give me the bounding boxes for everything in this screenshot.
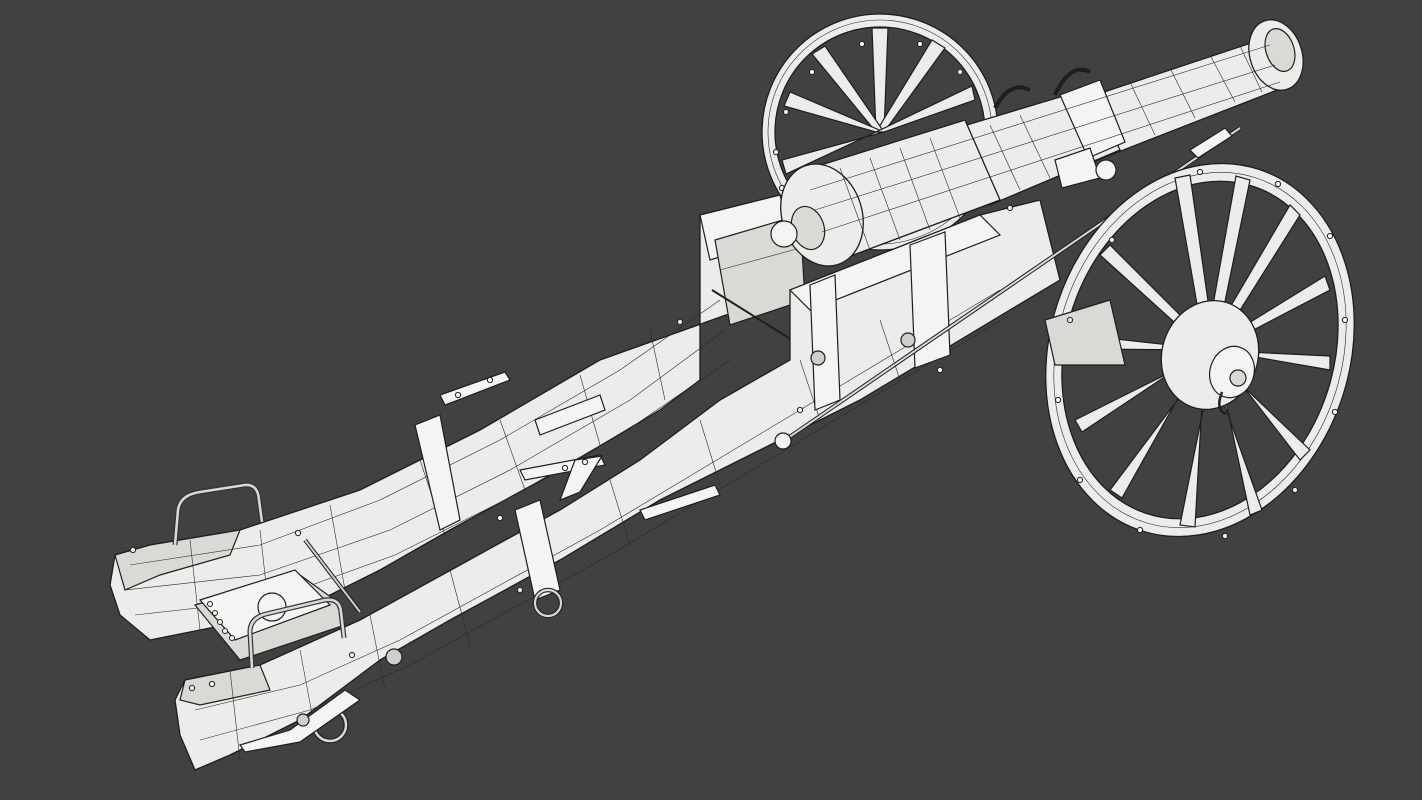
right-trail-arm	[174, 199, 1061, 771]
front-wheel	[1044, 162, 1355, 540]
cascabel	[770, 220, 798, 248]
3d-viewport[interactable]	[0, 0, 1422, 800]
cannon-model	[109, 13, 1355, 771]
